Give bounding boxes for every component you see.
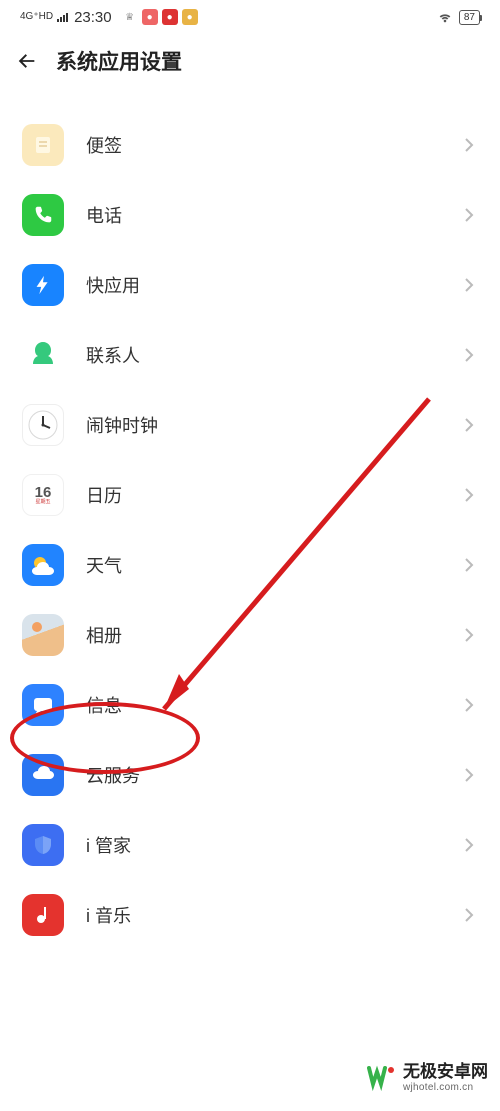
list-item-gallery[interactable]: 相册 xyxy=(0,600,500,670)
cloud-icon xyxy=(22,754,64,796)
shield-icon xyxy=(22,824,64,866)
network-indicator: 4G⁺HD xyxy=(20,12,53,22)
page-title: 系统应用设置 xyxy=(56,46,182,76)
chevron-right-icon xyxy=(464,417,474,433)
app-label: i 音乐 xyxy=(86,902,464,928)
list-item-clock[interactable]: 闹钟时钟 xyxy=(0,390,500,460)
list-item-calendar[interactable]: 16星期五 日历 xyxy=(0,460,500,530)
chevron-right-icon xyxy=(464,347,474,363)
app-label: 闹钟时钟 xyxy=(86,412,464,438)
chevron-right-icon xyxy=(464,277,474,293)
wifi-icon xyxy=(437,9,453,25)
app-badge3-icon: ● xyxy=(182,9,198,25)
weather-icon xyxy=(22,544,64,586)
list-item-message[interactable]: 信息 xyxy=(0,670,500,740)
app-label: 天气 xyxy=(86,552,464,578)
contact-icon xyxy=(22,334,64,376)
battery-indicator: 87 xyxy=(459,10,480,25)
page-header: 系统应用设置 xyxy=(0,32,500,90)
list-item-quick[interactable]: 快应用 xyxy=(0,250,500,320)
chevron-right-icon xyxy=(464,207,474,223)
calendar-icon: 16星期五 xyxy=(22,474,64,516)
app-label: i 管家 xyxy=(86,832,464,858)
phone-icon xyxy=(22,194,64,236)
list-item-cloud[interactable]: 云服务 xyxy=(0,740,500,810)
app-label: 电话 xyxy=(86,202,464,228)
clock-icon xyxy=(22,404,64,446)
chevron-right-icon xyxy=(464,487,474,503)
status-bar: 4G⁺HD 23:30 ♕ ● ● ● 87 xyxy=(0,0,500,32)
list-item-phone[interactable]: 电话 xyxy=(0,180,500,250)
list-item-note[interactable]: 便签 xyxy=(0,110,500,180)
clock-time: 23:30 xyxy=(74,9,112,26)
watermark-url: wjhotel.com.cn xyxy=(403,1082,488,1094)
signal-icon xyxy=(57,12,68,22)
status-left: 4G⁺HD 23:30 ♕ ● ● ● xyxy=(20,9,198,26)
list-item-contact[interactable]: 联系人 xyxy=(0,320,500,390)
app-label: 联系人 xyxy=(86,342,464,368)
app-label: 日历 xyxy=(86,482,464,508)
app-label: 相册 xyxy=(86,622,464,648)
app-list: 便签 电话 快应用 联系人 闹钟时钟 16星期五 日历 天气 相册 xyxy=(0,90,500,950)
back-button[interactable] xyxy=(14,48,40,74)
watermark: 无极安卓网 wjhotel.com.cn xyxy=(367,1062,488,1093)
app-label: 云服务 xyxy=(86,762,464,788)
list-item-music[interactable]: i 音乐 xyxy=(0,880,500,950)
crown-icon: ♕ xyxy=(122,9,138,25)
app-label: 快应用 xyxy=(86,272,464,298)
chevron-right-icon xyxy=(464,557,474,573)
note-icon xyxy=(22,124,64,166)
app-label: 信息 xyxy=(86,692,464,718)
chevron-right-icon xyxy=(464,767,474,783)
app-badge-icon: ● xyxy=(142,9,158,25)
chevron-right-icon xyxy=(464,627,474,643)
lightning-icon xyxy=(22,264,64,306)
chevron-right-icon xyxy=(464,837,474,853)
message-icon xyxy=(22,684,64,726)
status-right: 87 xyxy=(437,9,480,25)
list-item-guard[interactable]: i 管家 xyxy=(0,810,500,880)
gallery-icon xyxy=(22,614,64,656)
chevron-right-icon xyxy=(464,907,474,923)
back-arrow-icon xyxy=(16,50,38,72)
app-label: 便签 xyxy=(86,132,464,158)
music-icon xyxy=(22,894,64,936)
watermark-logo-icon xyxy=(367,1062,397,1092)
watermark-title: 无极安卓网 xyxy=(403,1062,488,1082)
app-badge2-icon: ● xyxy=(162,9,178,25)
list-item-weather[interactable]: 天气 xyxy=(0,530,500,600)
chevron-right-icon xyxy=(464,697,474,713)
chevron-right-icon xyxy=(464,137,474,153)
